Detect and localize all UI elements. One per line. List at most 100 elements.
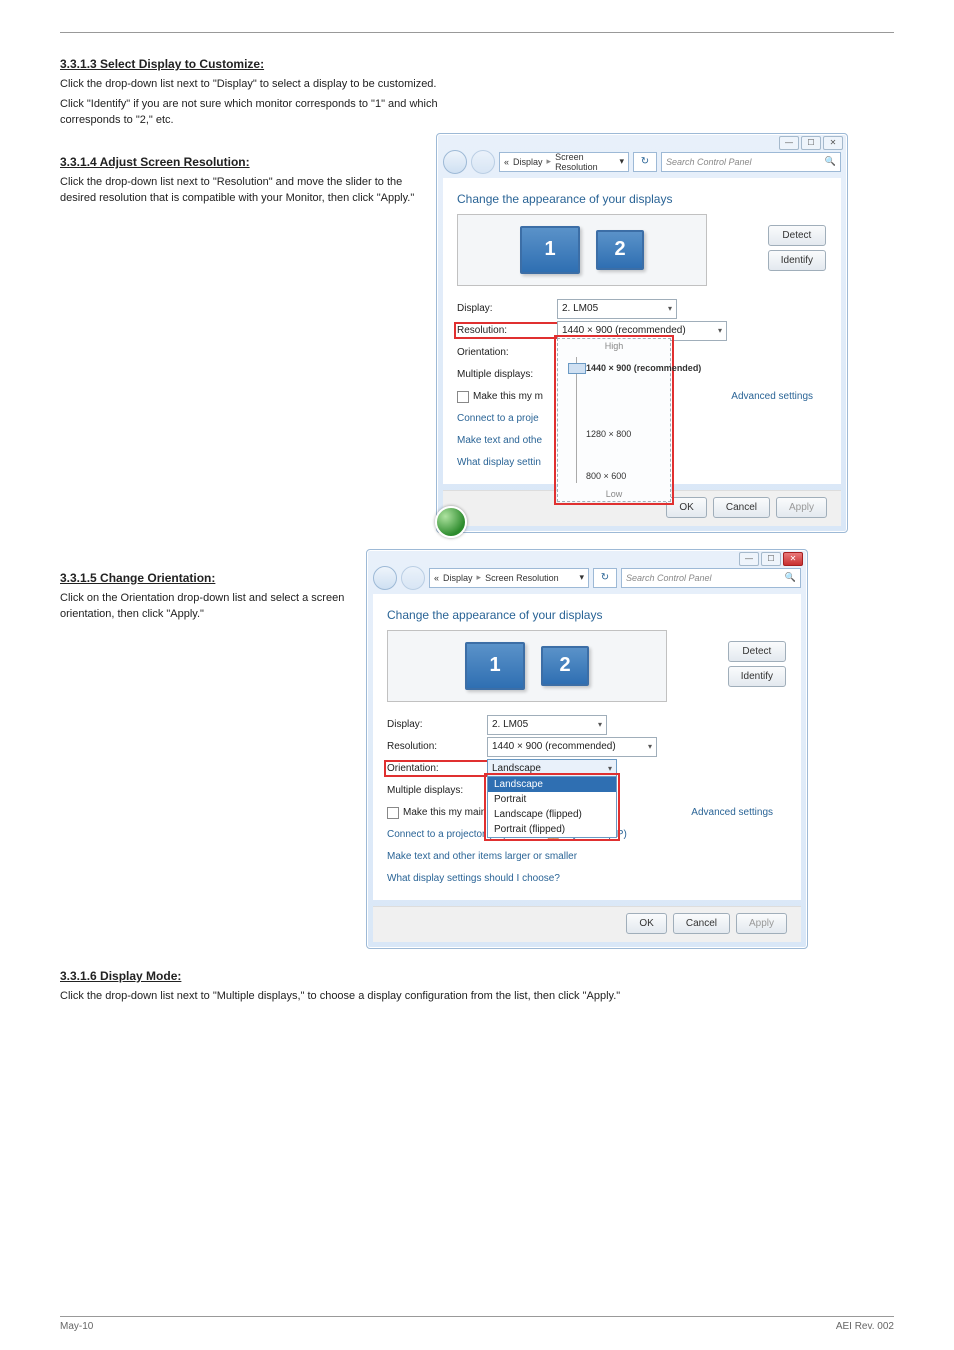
screenshot-orientation-window: — ☐ ✕ « Display ▸ Screen Resolution ▾ ↻ bbox=[366, 549, 808, 949]
what-settings-link[interactable]: What display settings should I choose? bbox=[387, 873, 560, 884]
breadcrumb-display: Display bbox=[513, 157, 543, 167]
refresh-button[interactable]: ↻ bbox=[593, 568, 617, 588]
make-main-label: Make this my m bbox=[473, 391, 543, 402]
detect-button[interactable]: Detect bbox=[768, 225, 826, 246]
breadcrumb[interactable]: « Display ▸ Screen Resolution ▾ bbox=[499, 152, 629, 172]
orientation-option-portrait[interactable]: Portrait bbox=[488, 792, 616, 807]
search-input[interactable]: Search Control Panel 🔍 bbox=[661, 152, 841, 172]
display-arrangement[interactable]: 1 2 Detect Identify bbox=[387, 630, 667, 702]
resolution-value: 1440 × 900 (recommended) bbox=[562, 325, 686, 336]
section-display-mode-title: 3.3.1.6 Display Mode: bbox=[60, 969, 894, 983]
back-button[interactable] bbox=[443, 150, 467, 174]
make-text-link[interactable]: Make text and othe bbox=[457, 435, 542, 446]
back-button[interactable] bbox=[373, 566, 397, 590]
dropdown-icon[interactable]: ▾ bbox=[619, 156, 624, 167]
content-heading: Change the appearance of your displays bbox=[387, 608, 787, 622]
apply-button[interactable]: Apply bbox=[736, 913, 787, 934]
ok-button[interactable]: OK bbox=[626, 913, 666, 934]
section-select-display-p1: Click the drop-down list next to "Displa… bbox=[60, 77, 490, 93]
multiple-label: Multiple displays: bbox=[387, 785, 487, 796]
slider-track bbox=[576, 357, 577, 483]
search-icon: 🔍 bbox=[825, 156, 836, 167]
resolution-slider-popup[interactable]: High 1440 × 900 (recommended) 1280 × 800… bbox=[557, 338, 671, 502]
content-heading: Change the appearance of your displays bbox=[457, 192, 827, 206]
search-placeholder: Search Control Panel bbox=[666, 157, 752, 167]
orientation-option-portrait-flipped[interactable]: Portrait (flipped) bbox=[488, 822, 616, 837]
cancel-button[interactable]: Cancel bbox=[713, 497, 770, 518]
search-input[interactable]: Search Control Panel 🔍 bbox=[621, 568, 801, 588]
refresh-button[interactable]: ↻ bbox=[633, 152, 657, 172]
ok-button[interactable]: OK bbox=[666, 497, 706, 518]
window-controls: — ☐ ✕ bbox=[779, 136, 843, 150]
slider-bottom: 800 × 600 bbox=[586, 471, 626, 481]
header-rule bbox=[60, 32, 894, 33]
identify-button[interactable]: Identify bbox=[768, 250, 826, 271]
footer-left: May-10 bbox=[60, 1321, 93, 1332]
footer-right: AEI Rev. 002 bbox=[836, 1321, 894, 1332]
display-value: 2. LM05 bbox=[492, 719, 528, 730]
slider-low-label: Low bbox=[606, 489, 623, 499]
slider-recommended: 1440 × 900 (recommended) bbox=[586, 363, 701, 373]
monitor-1[interactable]: 1 bbox=[520, 226, 580, 274]
forward-button[interactable] bbox=[471, 150, 495, 174]
advanced-settings-link[interactable]: Advanced settings bbox=[731, 391, 813, 402]
display-dropdown[interactable]: 2. LM05▾ bbox=[557, 299, 677, 319]
maximize-button[interactable]: ☐ bbox=[761, 552, 781, 566]
close-button[interactable]: ✕ bbox=[823, 136, 843, 150]
breadcrumb-screen: Screen Resolution bbox=[485, 573, 559, 583]
forward-button[interactable] bbox=[401, 566, 425, 590]
connect-projector-link[interactable]: Connect to a proje bbox=[457, 413, 539, 424]
section-select-display-p2: Click "Identify" if you are not sure whi… bbox=[60, 97, 490, 129]
chevron-down-icon: ▾ bbox=[648, 742, 652, 751]
make-main-checkbox[interactable] bbox=[457, 391, 469, 403]
resolution-dropdown[interactable]: 1440 × 900 (recommended) ▾ bbox=[487, 737, 657, 757]
slider-mid: 1280 × 800 bbox=[586, 429, 631, 439]
orientation-value: Landscape bbox=[492, 763, 541, 774]
slider-thumb[interactable] bbox=[568, 363, 586, 374]
monitor-2[interactable]: 2 bbox=[596, 230, 644, 270]
orientation-option-landscape[interactable]: Landscape bbox=[488, 777, 616, 792]
breadcrumb-screen: Screen Resolution bbox=[555, 152, 615, 172]
section-select-display-title: 3.3.1.3 Select Display to Customize: bbox=[60, 57, 894, 71]
resolution-value: 1440 × 900 (recommended) bbox=[492, 741, 616, 752]
breadcrumb-prefix: « bbox=[504, 157, 509, 167]
chevron-icon: ▸ bbox=[547, 156, 552, 167]
display-label: Display: bbox=[387, 719, 487, 730]
screenshot-resolution-window: — ☐ ✕ « Display ▸ Screen Resolution ▾ ↻ bbox=[436, 133, 848, 533]
cancel-button[interactable]: Cancel bbox=[673, 913, 730, 934]
resolution-label: Resolution: bbox=[387, 741, 487, 752]
display-dropdown[interactable]: 2. LM05 ▾ bbox=[487, 715, 607, 735]
what-settings-link[interactable]: What display settin bbox=[457, 457, 541, 468]
detect-button[interactable]: Detect bbox=[728, 641, 786, 662]
section-display-mode-p1: Click the drop-down list next to "Multip… bbox=[60, 989, 760, 1005]
identify-button[interactable]: Identify bbox=[728, 666, 786, 687]
search-placeholder: Search Control Panel bbox=[626, 573, 712, 583]
display-arrangement[interactable]: 1 2 Detect Identify bbox=[457, 214, 707, 286]
close-button[interactable]: ✕ bbox=[783, 552, 803, 566]
monitor-2[interactable]: 2 bbox=[541, 646, 589, 686]
orientation-options-popup[interactable]: Landscape Portrait Landscape (flipped) P… bbox=[487, 776, 617, 838]
section-change-orientation-p1: Click on the Orientation drop-down list … bbox=[60, 591, 350, 623]
make-text-link[interactable]: Make text and other items larger or smal… bbox=[387, 851, 577, 862]
page-footer: May-10 AEI Rev. 002 bbox=[60, 1316, 894, 1332]
apply-button[interactable]: Apply bbox=[776, 497, 827, 518]
breadcrumb[interactable]: « Display ▸ Screen Resolution ▾ bbox=[429, 568, 589, 588]
maximize-button[interactable]: ☐ bbox=[801, 136, 821, 150]
search-icon: 🔍 bbox=[785, 572, 796, 583]
section-adjust-resolution-p1: Click the drop-down list next to "Resolu… bbox=[60, 175, 420, 207]
make-main-checkbox[interactable] bbox=[387, 807, 399, 819]
chevron-down-icon: ▾ bbox=[608, 764, 612, 773]
orientation-option-landscape-flipped[interactable]: Landscape (flipped) bbox=[488, 807, 616, 822]
monitor-1[interactable]: 1 bbox=[465, 642, 525, 690]
start-orb-icon bbox=[435, 506, 467, 538]
minimize-button[interactable]: — bbox=[779, 136, 799, 150]
window-controls: — ☐ ✕ bbox=[739, 552, 803, 566]
section-adjust-resolution-title: 3.3.1.4 Adjust Screen Resolution: bbox=[60, 155, 420, 169]
display-value: 2. LM05 bbox=[562, 303, 598, 314]
dropdown-icon[interactable]: ▾ bbox=[579, 572, 584, 583]
orientation-label: Orientation: bbox=[387, 763, 487, 774]
advanced-settings-link[interactable]: Advanced settings bbox=[691, 807, 773, 818]
chevron-down-icon: ▾ bbox=[598, 720, 602, 729]
minimize-button[interactable]: — bbox=[739, 552, 759, 566]
slider-high-label: High bbox=[605, 341, 624, 351]
